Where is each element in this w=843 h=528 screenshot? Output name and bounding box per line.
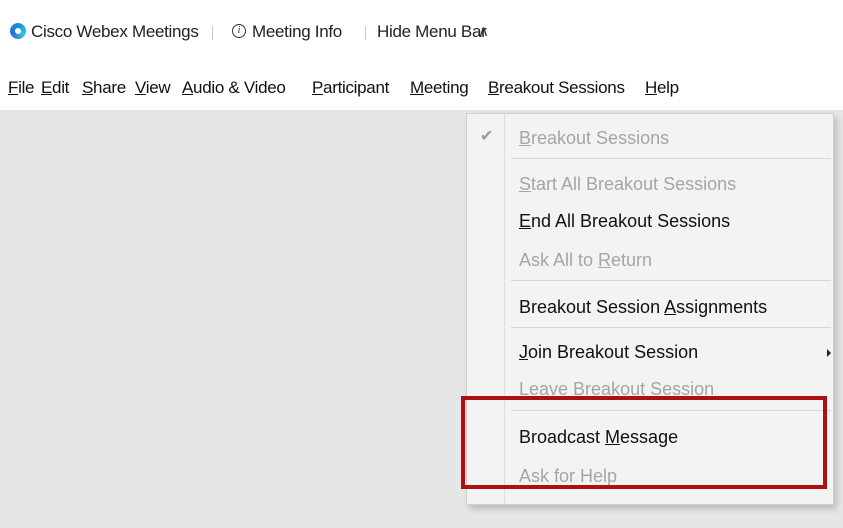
menu-item-start-all-breakout-sessions: Start All Breakout Sessions bbox=[519, 174, 737, 194]
title-divider bbox=[365, 26, 366, 40]
menu-item-breakout-session-assignments[interactable]: Breakout Session Assignments bbox=[519, 297, 767, 318]
app-name: Cisco Webex Meetings bbox=[31, 22, 199, 41]
menu-bar: File Edit Share View Audio & Video Parti… bbox=[0, 64, 843, 110]
submenu-arrow-icon bbox=[827, 349, 831, 357]
menu-breakout-sessions[interactable]: Breakout Sessions bbox=[488, 78, 625, 98]
menu-audio-video[interactable]: Audio & Video bbox=[182, 78, 286, 98]
menu-edit[interactable]: Edit bbox=[41, 78, 69, 98]
title-bar: Cisco Webex Meetings i Meeting Info Hide… bbox=[0, 0, 843, 64]
menu-separator bbox=[511, 280, 831, 281]
menu-item-breakout-sessions: Breakout Sessions bbox=[519, 128, 670, 148]
menu-item-join-breakout-session[interactable]: Join Breakout Session bbox=[519, 342, 698, 363]
menu-item-ask-all-to-return: Ask All to Return bbox=[519, 250, 653, 270]
menu-separator bbox=[511, 158, 831, 159]
hide-menu-bar-button[interactable]: Hide Menu Bar bbox=[377, 22, 487, 42]
menu-participant[interactable]: Participant bbox=[312, 78, 389, 98]
checkmark-icon: ✔ bbox=[480, 128, 494, 145]
menu-share[interactable]: Share bbox=[82, 78, 126, 98]
menu-separator bbox=[511, 327, 831, 328]
webex-logo-icon bbox=[10, 23, 26, 39]
menu-item-end-all-breakout-sessions[interactable]: End All Breakout Sessions bbox=[519, 211, 730, 232]
menu-view[interactable]: View bbox=[135, 78, 171, 98]
menu-help[interactable]: Help bbox=[645, 78, 679, 98]
menu-meeting[interactable]: Meeting bbox=[410, 78, 469, 98]
info-icon[interactable]: i bbox=[232, 24, 246, 38]
menu-file[interactable]: File bbox=[8, 78, 35, 98]
highlight-box bbox=[461, 396, 827, 489]
meeting-info-button[interactable]: Meeting Info bbox=[252, 22, 342, 42]
title-divider bbox=[212, 26, 213, 40]
chevron-up-icon[interactable]: ∧ bbox=[478, 22, 489, 40]
